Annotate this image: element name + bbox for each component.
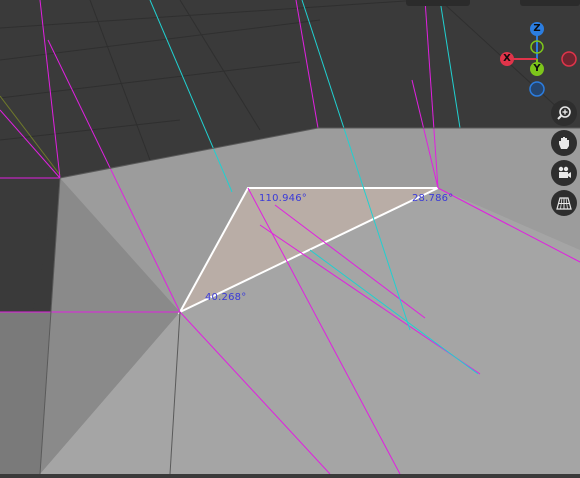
gizmo-z-axis[interactable]: Z xyxy=(530,22,544,36)
gizmo-y-axis[interactable]: Y xyxy=(530,62,544,76)
y-axis-line xyxy=(0,95,61,176)
zoom-icon xyxy=(557,106,571,120)
pan-button[interactable] xyxy=(551,130,577,156)
perspective-toggle-button[interactable] xyxy=(551,190,577,216)
angle-label: 40.268° xyxy=(205,292,247,303)
hand-icon xyxy=(559,137,569,149)
header-tab[interactable] xyxy=(520,0,580,6)
viewport-scene xyxy=(0,0,580,475)
grid-icon xyxy=(556,197,572,210)
camera-icon xyxy=(558,166,571,178)
angle-label: 28.786° xyxy=(412,193,454,204)
navigation-gizmo[interactable]: Z X Y xyxy=(496,18,580,102)
3d-viewport[interactable]: 110.946° 28.786° 40.268° xyxy=(0,0,580,475)
zoom-button[interactable] xyxy=(551,100,577,126)
header-tab[interactable] xyxy=(406,0,470,6)
gizmo-x-axis[interactable]: X xyxy=(500,52,514,66)
angle-label: 110.946° xyxy=(259,193,307,204)
camera-view-button[interactable] xyxy=(551,160,577,186)
